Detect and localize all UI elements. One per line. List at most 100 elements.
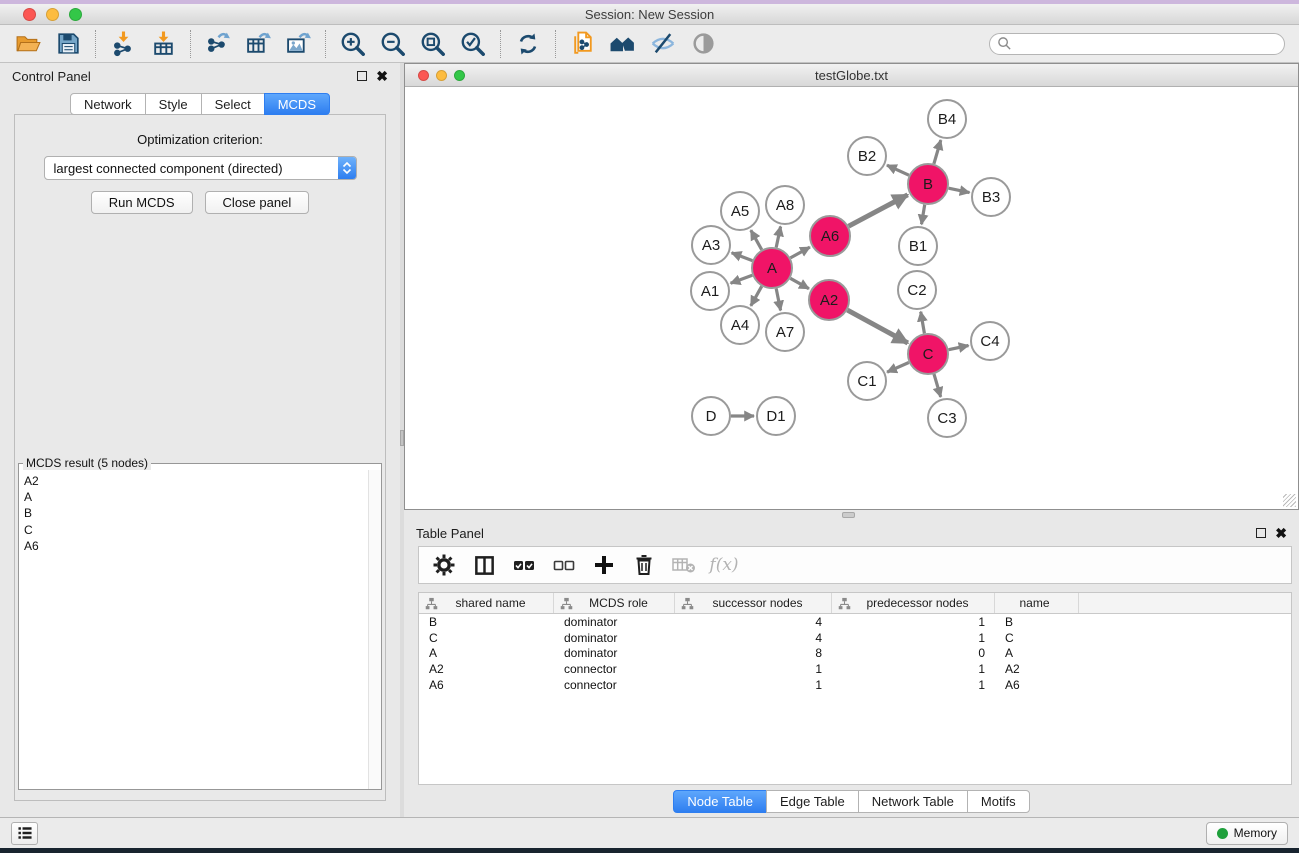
mcds-result-item[interactable]: A2 [24, 473, 368, 489]
criterion-select[interactable]: largest connected component (directed) [44, 156, 357, 180]
clone-network-button[interactable] [563, 28, 603, 60]
tab-mcds[interactable]: MCDS [264, 93, 330, 115]
tab-network[interactable]: Network [70, 93, 146, 115]
export-table-button[interactable] [238, 28, 278, 60]
node-table: shared nameMCDS rolesuccessor nodesprede… [418, 592, 1292, 785]
delete-column-button[interactable] [628, 550, 660, 580]
network-canvas[interactable]: B4B2BB3A8A5A6A3B1AC2A1A2A4A7C4CC1DD1C3 [405, 87, 1298, 509]
open-file-button[interactable] [8, 28, 48, 60]
task-history-button[interactable] [11, 822, 38, 845]
graph-edge-A-A8[interactable] [776, 227, 780, 248]
criterion-selected-value: largest connected component (directed) [45, 161, 283, 176]
node-column-icon [425, 597, 438, 610]
export-image-button[interactable] [278, 28, 318, 60]
refresh-button[interactable] [508, 28, 548, 60]
search-field[interactable] [989, 33, 1285, 55]
graph-edge-C-C3[interactable] [934, 374, 941, 397]
graph-edge-A-A5[interactable] [751, 230, 762, 250]
maximize-network-button[interactable] [454, 70, 465, 81]
graph-edge-A-A2[interactable] [790, 278, 809, 288]
graph-edge-A-A3[interactable] [732, 253, 753, 261]
float-panel-button[interactable] [357, 71, 367, 81]
scrollbar-track[interactable] [368, 470, 381, 789]
mcds-result-item[interactable]: A6 [24, 538, 368, 554]
zoom-fit-button[interactable] [413, 28, 453, 60]
column-header-shared-name[interactable]: shared name [419, 593, 554, 613]
graph-edge-A-A7[interactable] [776, 289, 780, 311]
graph-node-label: A8 [776, 197, 794, 214]
mcds-result-item[interactable]: A [24, 489, 368, 505]
table-row[interactable]: Bdominator41B [419, 614, 1291, 630]
graph-edge-B-B4[interactable] [934, 140, 941, 164]
save-session-button[interactable] [48, 28, 88, 60]
memory-button[interactable]: Memory [1206, 822, 1288, 845]
run-mcds-button[interactable]: Run MCDS [91, 191, 193, 214]
mcds-result-item[interactable]: C [24, 522, 368, 538]
close-network-button[interactable] [418, 70, 429, 81]
search-input[interactable] [1016, 36, 1277, 52]
zoom-selected-button[interactable] [453, 28, 493, 60]
table-row[interactable]: Adominator80A [419, 645, 1291, 661]
table-row[interactable]: A2connector11A2 [419, 661, 1291, 677]
column-header-name[interactable]: name [995, 593, 1079, 613]
table-tab-motifs[interactable]: Motifs [967, 790, 1030, 813]
deselect-all-button[interactable] [548, 550, 580, 580]
graph-edge-A6-B[interactable] [849, 195, 908, 226]
column-header-predecessor-nodes[interactable]: predecessor nodes [832, 593, 995, 613]
function-builder-button[interactable]: f(x) [708, 550, 740, 580]
table-row[interactable]: Cdominator41C [419, 630, 1291, 646]
graph-edge-A-A6[interactable] [790, 247, 810, 258]
mcds-result-item[interactable]: B [24, 505, 368, 521]
graph-edge-C-C1[interactable] [887, 363, 909, 373]
show-graphics-details-button[interactable] [683, 28, 723, 60]
import-table-button[interactable] [143, 28, 183, 60]
import-network-button[interactable] [103, 28, 143, 60]
table-tab-network-table[interactable]: Network Table [858, 790, 968, 813]
tab-select[interactable]: Select [201, 93, 265, 115]
table-tab-node-table[interactable]: Node Table [673, 790, 767, 813]
minimize-network-button[interactable] [436, 70, 447, 81]
divider-grip-icon[interactable] [842, 512, 855, 518]
close-window-button[interactable] [23, 8, 36, 21]
delete-table-button[interactable] [668, 550, 700, 580]
zoom-in-button[interactable] [333, 28, 373, 60]
tab-style[interactable]: Style [145, 93, 202, 115]
close-panel-button-mcds[interactable]: Close panel [205, 191, 310, 214]
split-panel-button[interactable] [468, 550, 500, 580]
graph-edge-C-C4[interactable] [949, 346, 969, 350]
table-cell: 1 [832, 678, 995, 692]
graph-edge-A2-C[interactable] [847, 310, 907, 343]
select-all-button[interactable] [508, 550, 540, 580]
table-tab-edge-table[interactable]: Edge Table [766, 790, 859, 813]
column-header-MCDS-role[interactable]: MCDS role [554, 593, 675, 613]
graph-node-label: A1 [701, 283, 719, 300]
graph-edge-A-A4[interactable] [751, 286, 762, 306]
table-panel-divider[interactable] [404, 510, 1299, 520]
panel-split-divider[interactable] [400, 63, 404, 817]
graph-edge-C-C2[interactable] [921, 312, 925, 334]
resize-grip-icon[interactable] [1283, 494, 1296, 507]
table-settings-button[interactable] [428, 550, 460, 580]
graph-edge-B-B1[interactable] [922, 205, 925, 225]
add-column-button[interactable] [588, 550, 620, 580]
table-row[interactable]: A6connector11A6 [419, 677, 1291, 693]
divider-grip-icon[interactable] [400, 430, 404, 446]
close-panel-button[interactable]: ✖ [376, 71, 388, 81]
hide-details-button[interactable] [643, 28, 683, 60]
graph-edge-B-B2[interactable] [887, 165, 909, 175]
graph-edge-A-A1[interactable] [731, 275, 753, 283]
first-neighbors-button[interactable] [603, 28, 643, 60]
export-network-icon [205, 30, 232, 57]
zoom-out-icon [379, 30, 407, 58]
toolbar-separator [95, 30, 96, 58]
minimize-window-button[interactable] [46, 8, 59, 21]
export-network-button[interactable] [198, 28, 238, 60]
float-table-panel-button[interactable] [1256, 528, 1266, 538]
fullscreen-window-button[interactable] [69, 8, 82, 21]
zoom-out-button[interactable] [373, 28, 413, 60]
column-header-successor-nodes[interactable]: successor nodes [675, 593, 832, 613]
close-table-panel-button[interactable]: ✖ [1275, 528, 1287, 538]
graph-edge-B-B3[interactable] [949, 188, 970, 192]
graph-node-label: A4 [731, 317, 749, 334]
houses-icon [608, 30, 638, 57]
